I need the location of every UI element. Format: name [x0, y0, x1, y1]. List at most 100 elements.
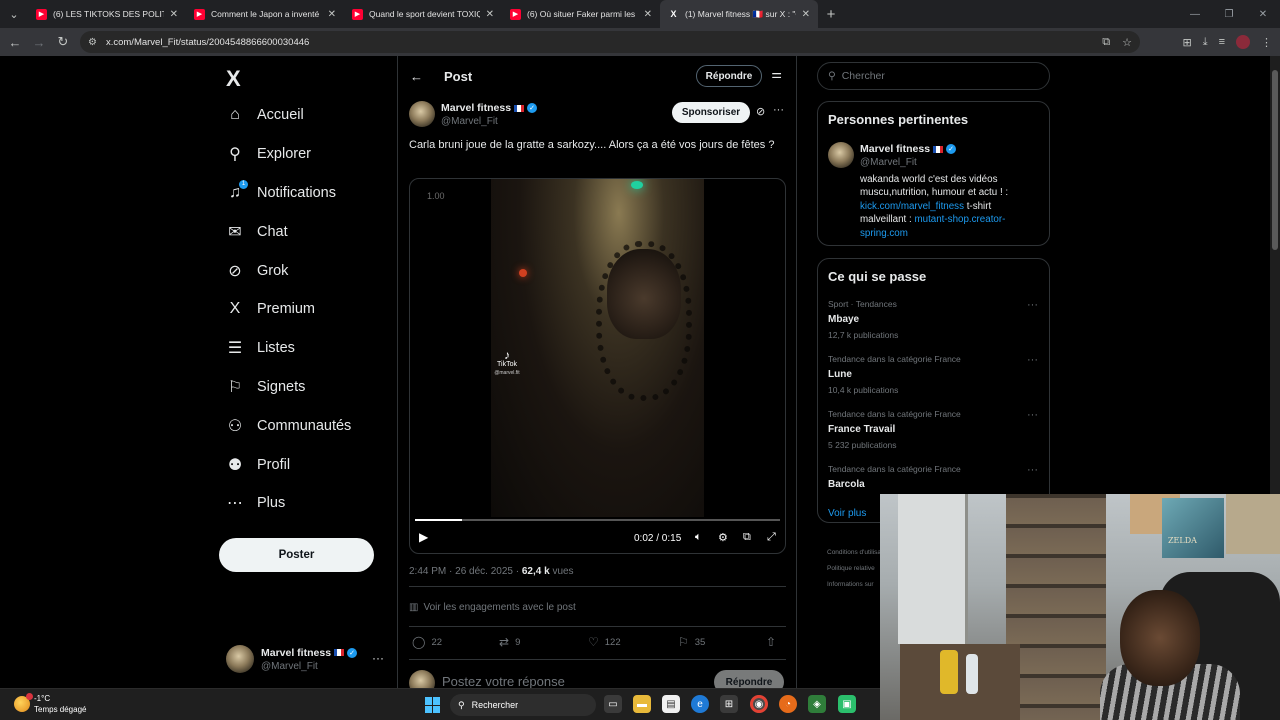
more-icon[interactable]: ··· — [1027, 464, 1038, 476]
nav-item-notifications[interactable]: ♫ 1 Notifications — [226, 174, 351, 213]
x-logo-icon[interactable]: X — [226, 66, 241, 92]
xbox-icon[interactable]: ◈ — [808, 695, 826, 713]
new-tab-button[interactable]: + — [818, 0, 844, 28]
close-icon[interactable]: ✕ — [644, 9, 652, 20]
browser-tab[interactable]: ▶ (6) LES TIKTOKS DES POLITIQUES ✕ — [28, 0, 186, 28]
nav-item-grok[interactable]: ⊘ Grok — [226, 251, 351, 290]
browser-tab[interactable]: ▶ (6) Où situer Faker parmi les lég ✕ — [502, 0, 660, 28]
search-input[interactable]: ⚲ Chercher — [817, 62, 1050, 90]
footer-link[interactable]: Informations sur — [827, 577, 887, 593]
minimize-icon[interactable]: — — [1178, 0, 1212, 28]
browser-tab-active[interactable]: X (1) Marvel fitness 🇫🇷 sur X : "Car ✕ — [660, 0, 818, 28]
trend-item[interactable]: Tendance dans la catégorie France Lune 1… — [828, 354, 1042, 395]
url-text[interactable]: x.com/Marvel_Fit/status/2004548866600030… — [106, 37, 309, 48]
fullscreen-icon[interactable]: ⤢ — [767, 531, 776, 544]
trend-item[interactable]: Sport · Tendances Mbaye 12,7 k publicati… — [828, 299, 1042, 340]
close-icon[interactable]: ✕ — [802, 9, 810, 20]
edge-icon[interactable]: e — [691, 695, 709, 713]
browser-tab[interactable]: ▶ Quand le sport devient TOXIQUE ✕ — [344, 0, 502, 28]
footer-link[interactable]: Conditions d'utilisation — [827, 545, 887, 561]
scrollbar-thumb[interactable] — [1272, 70, 1278, 250]
bookmark-action[interactable]: ⚐ 35 — [678, 635, 705, 649]
relevant-name[interactable]: Marvel fitness — [860, 143, 930, 155]
more-icon[interactable]: ··· — [1027, 409, 1038, 421]
account-switcher[interactable]: Marvel fitness ✓ @Marvel_Fit ··· — [226, 643, 384, 675]
download-icon[interactable]: ⤓ — [1203, 36, 1208, 49]
play-icon[interactable]: ▶ — [419, 530, 428, 544]
browser-tab[interactable]: ▶ Comment le Japon a inventé l'a ✕ — [186, 0, 344, 28]
close-icon[interactable]: ✕ — [328, 9, 336, 20]
star-icon[interactable]: ☆ — [1122, 36, 1132, 49]
sponsor-button[interactable]: Sponsoriser — [672, 102, 750, 123]
grok-icon[interactable]: ⊘ — [756, 105, 765, 118]
close-icon[interactable]: ✕ — [170, 9, 178, 20]
browser-tab-strip: ⌄ ▶ (6) LES TIKTOKS DES POLITIQUES ✕ ▶ C… — [0, 0, 1280, 28]
reading-list-icon[interactable]: ≡ — [1219, 36, 1225, 48]
reply-input[interactable]: Postez votre réponse — [442, 674, 565, 688]
avatar[interactable] — [409, 101, 435, 127]
video-player[interactable]: 1.00 ♪ TikTok @marvel.fit ▶ 0:02 / 0:15 … — [409, 178, 786, 554]
forward-icon[interactable]: → — [27, 28, 51, 56]
post-button[interactable]: Poster — [219, 538, 374, 572]
reply-submit-button[interactable]: Répondre — [714, 670, 784, 688]
nav-item-profil[interactable]: ⚉ Profil — [226, 445, 351, 484]
nav-item-communautes[interactable]: ⚇ Communautés — [226, 406, 351, 445]
notepad-icon[interactable]: ▤ — [662, 695, 680, 713]
reload-icon[interactable]: ↻ — [51, 28, 75, 56]
nav-item-premium[interactable]: X Premium — [226, 290, 351, 329]
weather-widget[interactable]: -1°C Temps dégagé — [14, 693, 86, 715]
post-timestamp[interactable]: 2:44 PM · 26 déc. 2025 · — [409, 566, 522, 577]
chrome-icon[interactable]: ◉ — [750, 695, 768, 713]
nav-item-plus[interactable]: ⋯ Plus — [226, 484, 351, 523]
task-view-icon[interactable]: ▭ — [604, 695, 622, 713]
app-icon[interactable]: ▣ — [838, 695, 856, 713]
profile-avatar-icon[interactable] — [1236, 35, 1250, 49]
trend-item[interactable]: Tendance dans la catégorie France Barcol… — [828, 464, 1042, 490]
firefox-icon[interactable]: ◔ — [779, 695, 797, 713]
menu-icon[interactable]: ⋮ — [1261, 36, 1272, 49]
bio-link[interactable]: kick.com/marvel_fitness — [860, 201, 964, 212]
like-action[interactable]: ♡ 122 — [588, 635, 621, 649]
back-icon[interactable]: ← — [3, 28, 27, 56]
more-icon[interactable]: ··· — [1027, 299, 1038, 311]
nav-item-accueil[interactable]: ⌂ Accueil — [226, 96, 351, 135]
pip-icon[interactable]: ⧉ — [743, 531, 751, 544]
footer-link[interactable]: Politique relative — [827, 561, 887, 577]
engagements-link[interactable]: ▥ Voir les engagements avec le post — [409, 602, 576, 613]
repost-action[interactable]: ⇄ 9 — [499, 635, 520, 649]
more-icon[interactable]: ··· — [1027, 354, 1038, 366]
more-icon[interactable]: ··· — [372, 651, 384, 665]
more-icon[interactable]: ··· — [773, 104, 784, 116]
nav-item-explorer[interactable]: ⚲ Explorer — [226, 135, 351, 174]
settings-icon[interactable]: ⚙ — [718, 531, 728, 544]
windows-start-icon[interactable] — [425, 697, 441, 713]
nav-item-signets[interactable]: ⚐ Signets — [226, 368, 351, 407]
store-icon[interactable]: ⊞ — [720, 695, 738, 713]
install-app-icon[interactable]: ⧉ — [1102, 36, 1110, 49]
avatar[interactable] — [828, 142, 854, 168]
site-info-icon[interactable]: ⚙ — [88, 37, 97, 48]
author-name[interactable]: Marvel fitness — [441, 102, 511, 114]
trend-item[interactable]: Tendance dans la catégorie France France… — [828, 409, 1042, 450]
address-bar[interactable]: ⚙ x.com/Marvel_Fit/status/20045488666000… — [80, 31, 1140, 53]
file-explorer-icon[interactable]: ▬ — [633, 695, 651, 713]
reply-header-button[interactable]: Répondre — [696, 65, 762, 87]
maximize-icon[interactable]: ❐ — [1212, 0, 1246, 28]
nav-item-chat[interactable]: ✉ Chat — [226, 212, 351, 251]
author-handle[interactable]: @Marvel_Fit — [441, 116, 498, 127]
video-frame[interactable]: ♪ TikTok @marvel.fit — [491, 179, 704, 517]
volume-icon[interactable]: 🔈︎ — [695, 531, 702, 544]
filter-icon[interactable]: ⚌ — [771, 67, 782, 81]
share-action[interactable]: ⇧ — [766, 635, 776, 649]
close-icon[interactable]: ✕ — [486, 9, 494, 20]
back-arrow-icon[interactable]: ← — [410, 69, 423, 84]
tab-search-icon[interactable]: ⌄ — [0, 0, 28, 28]
nav-item-listes[interactable]: ☰ Listes — [226, 329, 351, 368]
close-window-icon[interactable]: ✕ — [1246, 0, 1280, 28]
video-progress-bar[interactable] — [415, 519, 780, 521]
taskbar-search[interactable]: ⚲ Rechercher — [450, 694, 596, 716]
relevant-handle[interactable]: @Marvel_Fit — [860, 157, 917, 168]
see-more-link[interactable]: Voir plus — [828, 508, 866, 519]
reply-action[interactable]: ◯ 22 — [412, 635, 442, 649]
extensions-icon[interactable]: ⊞ — [1182, 36, 1191, 49]
